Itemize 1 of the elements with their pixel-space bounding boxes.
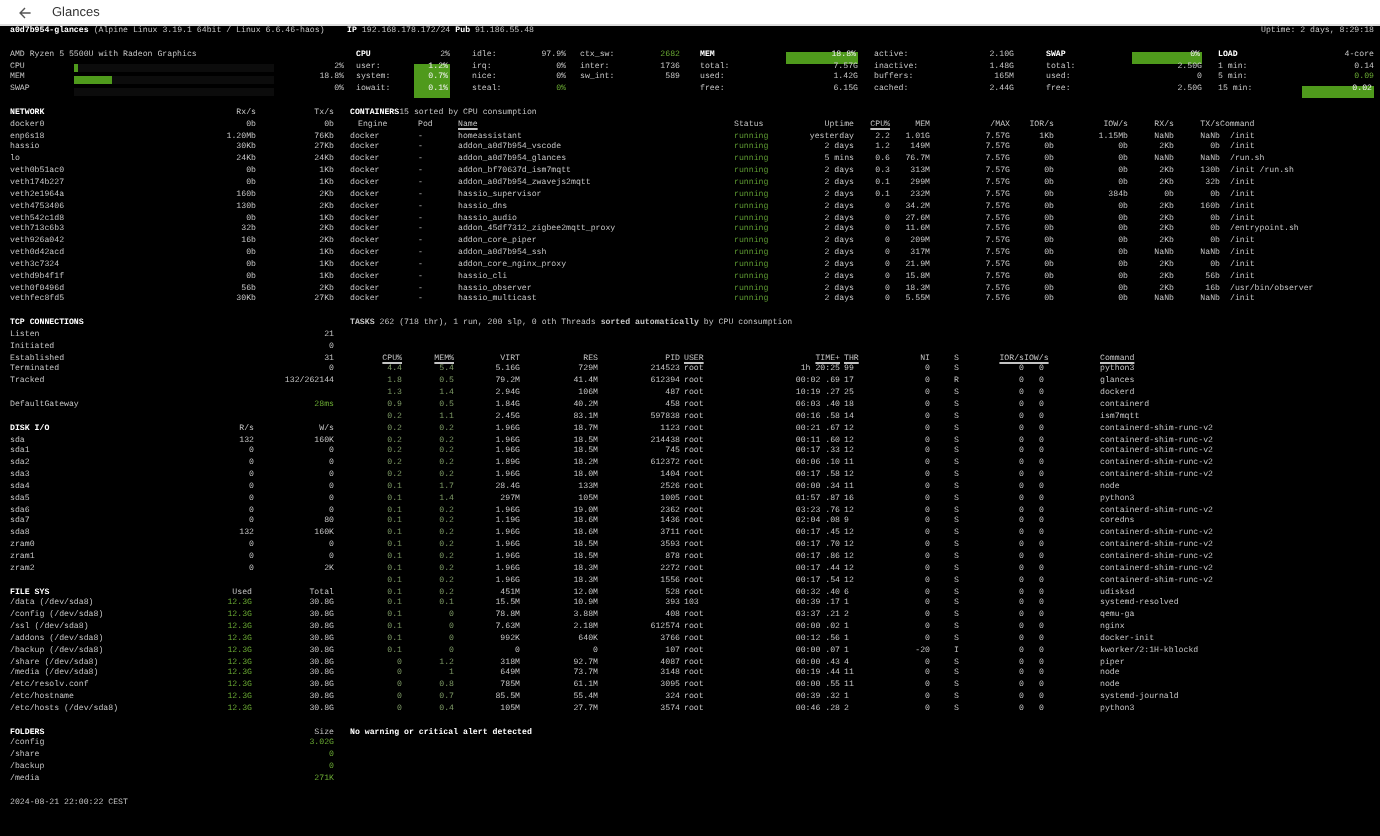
back-arrow-icon[interactable] xyxy=(18,5,32,19)
